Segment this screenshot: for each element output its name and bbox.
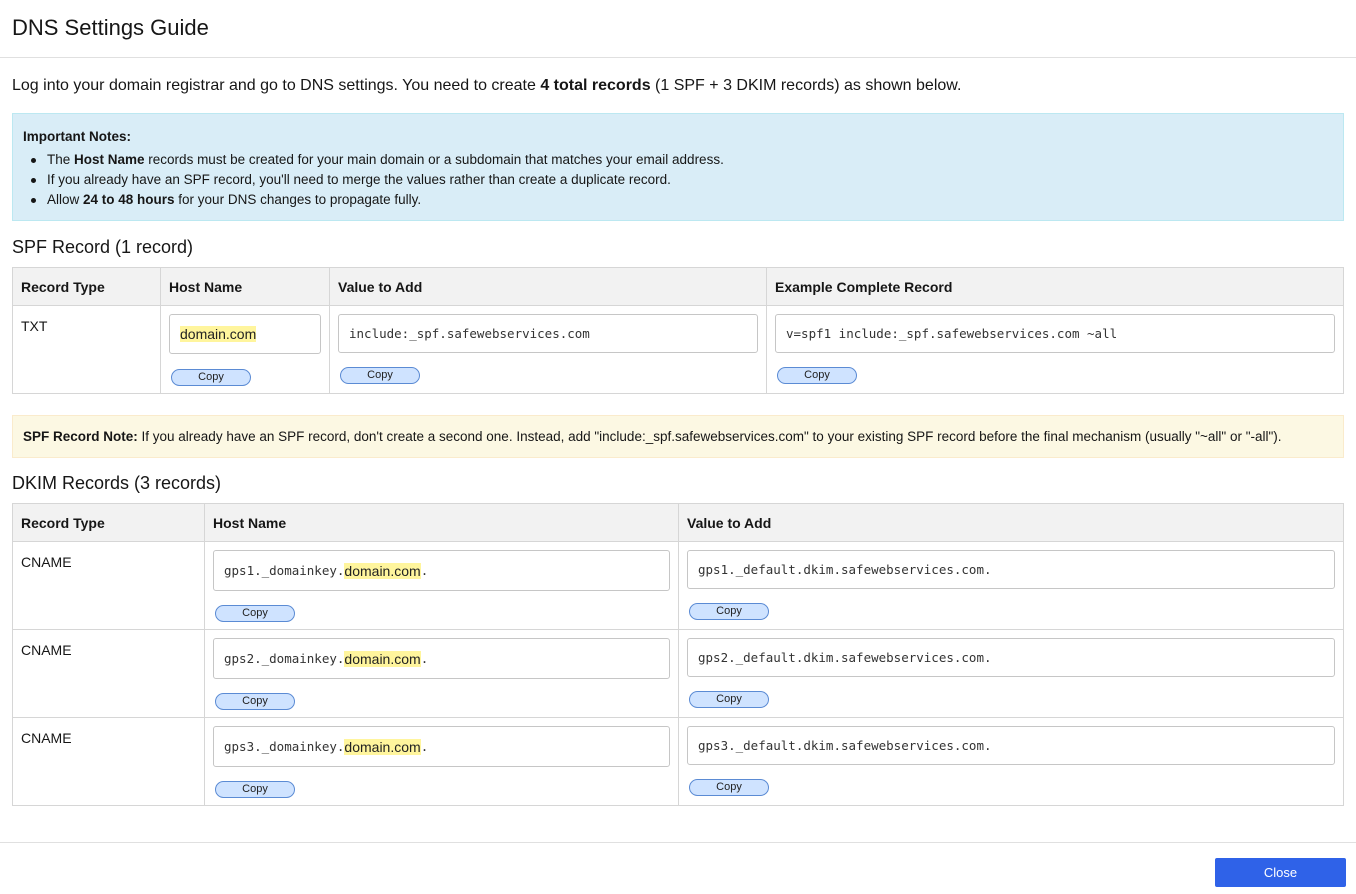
notes-title: Important Notes:: [23, 129, 131, 144]
intro-text: Log into your domain registrar and go to…: [12, 76, 1344, 96]
copy-button[interactable]: Copy: [340, 367, 420, 384]
host-suffix: .: [420, 651, 429, 666]
record-type: CNAME: [21, 642, 72, 658]
spf-row: TXT domain.com Copy include:_spf.safeweb…: [12, 305, 1344, 394]
note-bold: 24 to 48 hours: [83, 192, 175, 207]
spf-note-text: If you already have an SPF record, don't…: [137, 429, 1282, 444]
record-type-cell: CNAME: [12, 629, 205, 718]
note-text: for your DNS changes to propagate fully.: [174, 192, 422, 207]
host-name-cell: domain.com Copy: [160, 305, 330, 394]
record-type-cell: CNAME: [12, 541, 205, 630]
intro-before: Log into your domain registrar and go to…: [12, 77, 541, 94]
dkim-row: CNAME gps2._domainkey. domain.com. Copy g…: [12, 629, 1344, 718]
host-suffix: .: [420, 739, 429, 754]
example-cell: v=spf1 include:_spf.safewebservices.com …: [766, 305, 1344, 394]
dkim-value-field[interactable]: gps3._default.dkim.safewebservices.com.: [687, 726, 1335, 765]
host-name-cell: gps1._domainkey. domain.com. Copy: [204, 541, 679, 630]
spf-note-box: SPF Record Note: If you already have an …: [12, 415, 1344, 458]
note-item: If you already have an SPF record, you'l…: [31, 170, 1333, 190]
spf-host-field[interactable]: domain.com: [169, 314, 321, 354]
value-cell: gps3._default.dkim.safewebservices.com. …: [678, 717, 1344, 806]
domain-highlight: domain.com: [344, 650, 421, 667]
record-type: CNAME: [21, 554, 72, 570]
dns-settings-modal: DNS Settings Guide Log into your domain …: [0, 0, 1356, 894]
dkim-host-field[interactable]: gps3._domainkey. domain.com.: [213, 726, 670, 767]
modal-footer: Close: [0, 842, 1356, 894]
record-type: TXT: [21, 318, 48, 334]
intro-bold: 4 total records: [540, 77, 651, 94]
note-item: Allow 24 to 48 hours for your DNS change…: [31, 190, 1333, 210]
copy-button[interactable]: Copy: [689, 779, 769, 796]
copy-button[interactable]: Copy: [777, 367, 857, 384]
dkim-value-field[interactable]: gps2._default.dkim.safewebservices.com.: [687, 638, 1335, 677]
host-name-cell: gps3._domainkey. domain.com. Copy: [204, 717, 679, 806]
host-prefix: gps1._domainkey.: [224, 563, 345, 578]
note-text: records must be created for your main do…: [144, 152, 724, 167]
dkim-host-field[interactable]: gps1._domainkey. domain.com.: [213, 550, 670, 591]
column-header-value: Value to Add: [329, 267, 767, 306]
dkim-row: CNAME gps1._domainkey. domain.com. Copy g…: [12, 541, 1344, 630]
host-suffix: .: [420, 563, 429, 578]
note-text: Allow: [47, 192, 84, 207]
notes-list: The Host Name records must be created fo…: [23, 150, 1333, 210]
modal-body: Log into your domain registrar and go to…: [0, 76, 1356, 806]
important-notes-box: Important Notes: The Host Name records m…: [12, 113, 1344, 221]
record-type-cell: CNAME: [12, 717, 205, 806]
domain-highlight: domain.com: [180, 326, 257, 342]
copy-button[interactable]: Copy: [215, 781, 295, 798]
value-cell: gps1._default.dkim.safewebservices.com. …: [678, 541, 1344, 630]
column-header-host-name: Host Name: [204, 503, 679, 542]
column-header-example: Example Complete Record: [766, 267, 1344, 306]
record-type-cell: TXT: [12, 305, 161, 394]
intro-after: (1 SPF + 3 DKIM records) as shown below.: [650, 77, 962, 94]
dkim-header-row: Record Type Host Name Value to Add: [12, 503, 1344, 542]
note-item: The Host Name records must be created fo…: [31, 150, 1333, 170]
dkim-value-field[interactable]: gps1._default.dkim.safewebservices.com.: [687, 550, 1335, 589]
note-bold: Host Name: [74, 152, 145, 167]
host-prefix: gps2._domainkey.: [224, 651, 345, 666]
copy-button[interactable]: Copy: [171, 369, 251, 386]
column-header-host-name: Host Name: [160, 267, 330, 306]
note-text: If you already have an SPF record, you'l…: [47, 172, 671, 187]
close-button[interactable]: Close: [1215, 858, 1346, 887]
modal-header: DNS Settings Guide: [0, 0, 1356, 58]
spf-header-row: Record Type Host Name Value to Add Examp…: [12, 267, 1344, 306]
dkim-section-title: DKIM Records (3 records): [12, 473, 222, 493]
value-cell: gps2._default.dkim.safewebservices.com. …: [678, 629, 1344, 718]
copy-button[interactable]: Copy: [215, 693, 295, 710]
host-prefix: gps3._domainkey.: [224, 739, 345, 754]
host-name-cell: gps2._domainkey. domain.com. Copy: [204, 629, 679, 718]
copy-button[interactable]: Copy: [215, 605, 295, 622]
note-text: The: [47, 152, 75, 167]
column-header-value: Value to Add: [678, 503, 1344, 542]
dkim-table: Record Type Host Name Value to Add CNAME…: [12, 503, 1344, 806]
copy-button[interactable]: Copy: [689, 603, 769, 620]
column-header-record-type: Record Type: [12, 267, 161, 306]
spf-note-label: SPF Record Note:: [23, 429, 138, 444]
spf-value-field[interactable]: include:_spf.safewebservices.com: [338, 314, 758, 353]
copy-button[interactable]: Copy: [689, 691, 769, 708]
modal-title: DNS Settings Guide: [12, 14, 209, 40]
spf-table: Record Type Host Name Value to Add Examp…: [12, 267, 1344, 394]
domain-highlight: domain.com: [344, 738, 421, 755]
column-header-record-type: Record Type: [12, 503, 205, 542]
spf-example-field[interactable]: v=spf1 include:_spf.safewebservices.com …: [775, 314, 1335, 353]
spf-section-title: SPF Record (1 record): [12, 237, 194, 257]
domain-highlight: domain.com: [344, 562, 421, 579]
dkim-host-field[interactable]: gps2._domainkey. domain.com.: [213, 638, 670, 679]
value-cell: include:_spf.safewebservices.com Copy: [329, 305, 767, 394]
record-type: CNAME: [21, 730, 72, 746]
dkim-row: CNAME gps3._domainkey. domain.com. Copy g…: [12, 717, 1344, 806]
